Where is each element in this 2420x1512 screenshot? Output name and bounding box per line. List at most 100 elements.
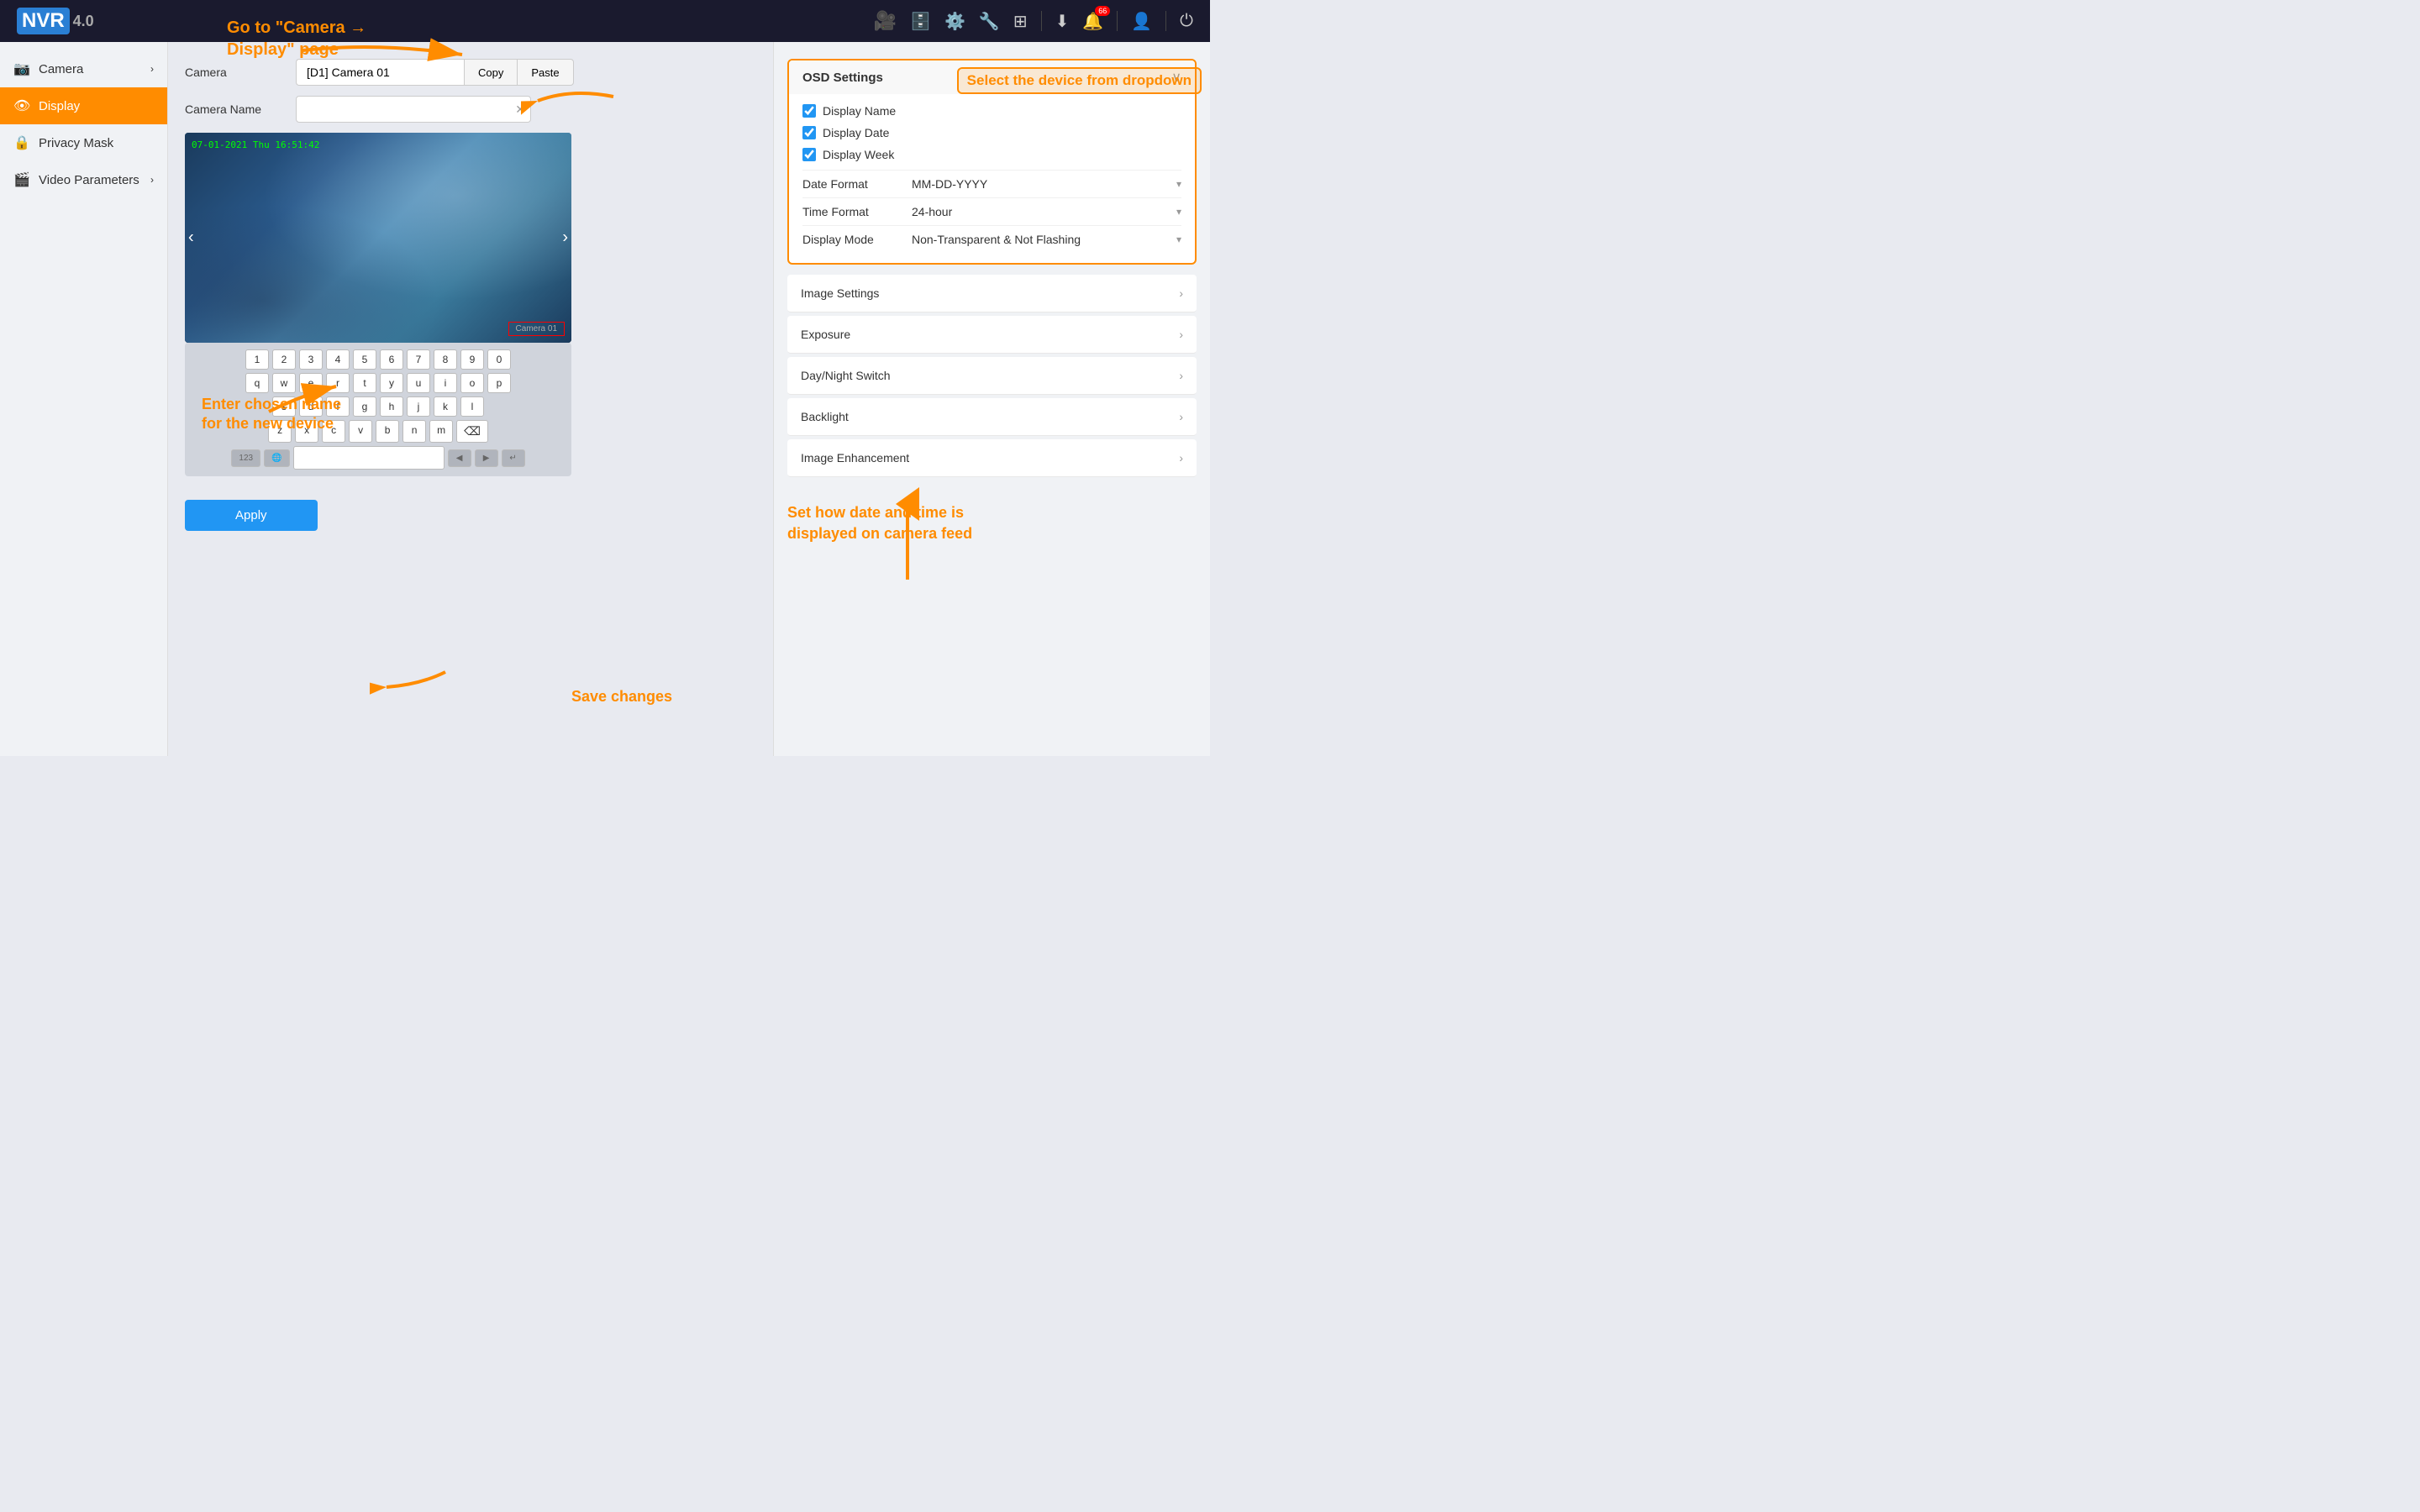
kb-key-s[interactable]: s <box>272 396 296 417</box>
kb-backspace-icon[interactable]: ⌫ <box>456 420 488 443</box>
kb-key-6[interactable]: 6 <box>380 349 403 370</box>
camera-value-display[interactable]: [D1] Camera 01 <box>296 59 464 86</box>
kb-key-9[interactable]: 9 <box>460 349 484 370</box>
kb-key-0[interactable]: 0 <box>487 349 511 370</box>
display-name-checkbox[interactable] <box>802 104 816 118</box>
kb-key-p[interactable]: p <box>487 373 511 393</box>
image-enhancement-row[interactable]: Image Enhancement › <box>787 439 1197 477</box>
osd-settings-panel: OSD Settings ∨ Display Name Display Date… <box>787 59 1197 265</box>
day-night-switch-row[interactable]: Day/Night Switch › <box>787 357 1197 395</box>
kb-key-r[interactable]: r <box>326 373 350 393</box>
kb-key-d[interactable]: d <box>299 396 323 417</box>
kb-key-4[interactable]: 4 <box>326 349 350 370</box>
apply-button-container: Apply <box>185 490 756 531</box>
power-icon[interactable]: ⏻ <box>1180 12 1193 31</box>
paste-button[interactable]: Paste <box>517 59 573 86</box>
image-settings-label: Image Settings <box>801 286 879 300</box>
save-changes-annotation: Save changes <box>571 688 672 706</box>
date-format-row: Date Format MM-DD-YYYY ▾ <box>802 170 1181 197</box>
camera-name-input-wrapper: use-IP Demo ✕ <box>296 96 531 123</box>
kb-key-right[interactable]: ▶ <box>475 449 498 467</box>
kb-key-y[interactable]: y <box>380 373 403 393</box>
topbar-icons: 🎥 🗄️ ⚙️ 🔧 ⊞ ⬇ 🔔 66 👤 ⏻ <box>874 10 1193 32</box>
backlight-arrow-icon: › <box>1179 410 1183 423</box>
set-date-time-annotation: Set how date and time isdisplayed on cam… <box>787 502 1197 544</box>
kb-key-left[interactable]: ◀ <box>448 449 471 467</box>
kb-key-q[interactable]: q <box>245 373 269 393</box>
time-format-label: Time Format <box>802 205 912 218</box>
download-icon[interactable]: ⬇ <box>1055 11 1070 32</box>
kb-key-b[interactable]: b <box>376 420 399 443</box>
user-icon[interactable]: 👤 <box>1131 11 1152 32</box>
display-date-checkbox[interactable] <box>802 126 816 139</box>
display-mode-row: Display Mode Non-Transparent & Not Flash… <box>802 225 1181 253</box>
kb-key-o[interactable]: o <box>460 373 484 393</box>
kb-row-numbers: 1 2 3 4 5 6 7 8 9 0 <box>192 349 565 370</box>
exposure-label: Exposure <box>801 328 850 341</box>
copy-button[interactable]: Copy <box>464 59 517 86</box>
settings-gear-icon[interactable]: ⚙️ <box>944 11 965 32</box>
kb-key-1[interactable]: 1 <box>245 349 269 370</box>
sidebar-item-display[interactable]: 👁 Display <box>0 87 167 124</box>
kb-key-n[interactable]: n <box>402 420 426 443</box>
database-icon[interactable]: 🗄️ <box>910 11 931 32</box>
kb-key-l[interactable]: l <box>460 396 484 417</box>
kb-key-f[interactable]: f <box>326 396 350 417</box>
kb-key-i[interactable]: i <box>434 373 457 393</box>
sidebar: 📷 Camera › 👁 Display 🔒 Privacy Mask 🎬 Vi… <box>0 42 168 756</box>
kb-key-j[interactable]: j <box>407 396 430 417</box>
camera-nav-left-icon[interactable]: ‹ <box>188 228 194 248</box>
kb-key-5[interactable]: 5 <box>353 349 376 370</box>
camera-name-input[interactable]: use-IP Demo <box>303 102 523 116</box>
kb-key-z[interactable]: z <box>268 420 292 443</box>
divider-3 <box>1165 11 1166 31</box>
kb-key-8[interactable]: 8 <box>434 349 457 370</box>
display-name-label: Display Name <box>823 104 896 118</box>
kb-space-key[interactable] <box>293 446 445 470</box>
kb-key-g[interactable]: g <box>353 396 376 417</box>
sidebar-item-video-parameters[interactable]: 🎬 Video Parameters › <box>0 161 167 198</box>
image-settings-row[interactable]: Image Settings › <box>787 275 1197 312</box>
backlight-row[interactable]: Backlight › <box>787 398 1197 436</box>
kb-key-m[interactable]: m <box>429 420 453 443</box>
apply-button[interactable]: Apply <box>185 500 318 531</box>
exposure-row[interactable]: Exposure › <box>787 316 1197 354</box>
display-date-label: Display Date <box>823 126 889 139</box>
camera-name-label: Camera Name <box>185 102 286 116</box>
osd-settings-header[interactable]: OSD Settings ∨ <box>789 60 1195 94</box>
kb-key-u[interactable]: u <box>407 373 430 393</box>
date-format-select[interactable]: MM-DD-YYYY ▾ <box>912 177 1181 191</box>
date-format-value: MM-DD-YYYY <box>912 177 987 191</box>
time-format-select[interactable]: 24-hour ▾ <box>912 205 1181 218</box>
kb-key-e[interactable]: e <box>299 373 323 393</box>
clear-camera-name-icon[interactable]: ✕ <box>515 102 525 117</box>
camera-nav-right-icon[interactable]: › <box>562 228 568 248</box>
kb-key-t[interactable]: t <box>353 373 376 393</box>
logo-version: 4.0 <box>73 13 94 30</box>
sidebar-privacy-label: Privacy Mask <box>39 136 113 150</box>
grid-icon[interactable]: ⊞ <box>1013 11 1028 32</box>
display-mode-select[interactable]: Non-Transparent & Not Flashing ▾ <box>912 233 1181 246</box>
kb-key-3[interactable]: 3 <box>299 349 323 370</box>
kb-key-k[interactable]: k <box>434 396 457 417</box>
kb-key-enter[interactable]: ↵ <box>502 449 525 467</box>
kb-key-h[interactable]: h <box>380 396 403 417</box>
kb-row-asdf: s d f g h j k l <box>192 396 565 417</box>
logo-nvr: NVR <box>17 8 70 34</box>
kb-key-7[interactable]: 7 <box>407 349 430 370</box>
live-view-icon[interactable]: 🎥 <box>874 10 897 32</box>
display-date-row: Display Date <box>802 126 1181 139</box>
kb-key-c[interactable]: c <box>322 420 345 443</box>
bell-icon[interactable]: 🔔 66 <box>1082 11 1103 32</box>
display-week-checkbox[interactable] <box>802 148 816 161</box>
kb-key-x[interactable]: x <box>295 420 318 443</box>
set-date-time-text: Set how date and time isdisplayed on cam… <box>787 504 972 542</box>
wrench-icon[interactable]: 🔧 <box>979 11 1000 32</box>
sidebar-item-camera[interactable]: 📷 Camera › <box>0 50 167 87</box>
kb-key-globe[interactable]: 🌐 <box>264 449 289 467</box>
kb-key-123[interactable]: 123 <box>231 449 260 467</box>
sidebar-item-privacy-mask[interactable]: 🔒 Privacy Mask <box>0 124 167 161</box>
kb-key-w[interactable]: w <box>272 373 296 393</box>
kb-key-v[interactable]: v <box>349 420 372 443</box>
kb-key-2[interactable]: 2 <box>272 349 296 370</box>
